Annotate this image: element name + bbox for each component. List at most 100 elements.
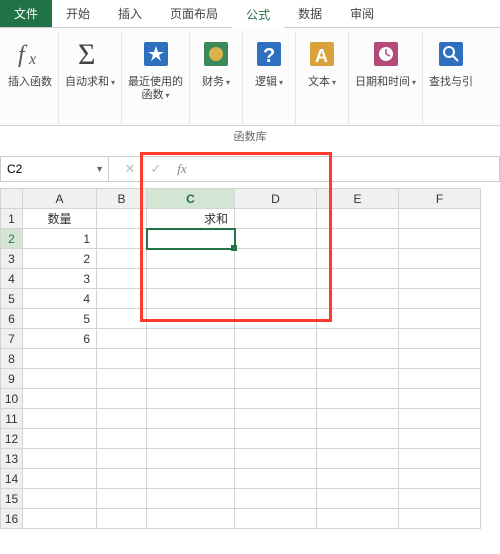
ribbon-logic[interactable]: ? 逻辑▾ — [243, 32, 296, 125]
cell-A6[interactable]: 5 — [23, 309, 97, 329]
row-header[interactable]: 7 — [1, 329, 23, 349]
cell[interactable] — [317, 369, 399, 389]
cell-A7[interactable]: 6 — [23, 329, 97, 349]
cell[interactable] — [147, 369, 235, 389]
cell-F2[interactable] — [399, 229, 481, 249]
row-header[interactable]: 13 — [1, 449, 23, 469]
cell[interactable] — [399, 469, 481, 489]
formula-enter-button[interactable]: ✓ — [143, 157, 169, 181]
row-header[interactable]: 12 — [1, 429, 23, 449]
row-header[interactable]: 16 — [1, 509, 23, 529]
cell-D5[interactable] — [235, 289, 317, 309]
cell[interactable] — [147, 349, 235, 369]
cell[interactable] — [399, 489, 481, 509]
chevron-down-icon[interactable]: ▼ — [95, 164, 104, 174]
tab-home[interactable]: 开始 — [52, 0, 104, 27]
cell[interactable] — [235, 429, 317, 449]
cell[interactable] — [23, 469, 97, 489]
row-header[interactable]: 10 — [1, 389, 23, 409]
select-all-corner[interactable] — [1, 189, 23, 209]
row-header[interactable]: 4 — [1, 269, 23, 289]
cell[interactable] — [399, 349, 481, 369]
cell[interactable] — [235, 469, 317, 489]
cell[interactable] — [97, 489, 147, 509]
cell[interactable] — [97, 409, 147, 429]
cell-E4[interactable] — [317, 269, 399, 289]
cell[interactable] — [147, 469, 235, 489]
cell-D7[interactable] — [235, 329, 317, 349]
cell[interactable] — [97, 369, 147, 389]
cell-B4[interactable] — [97, 269, 147, 289]
cell[interactable] — [23, 489, 97, 509]
cell[interactable] — [23, 429, 97, 449]
cell-C7[interactable] — [147, 329, 235, 349]
cell-B6[interactable] — [97, 309, 147, 329]
cell-D4[interactable] — [235, 269, 317, 289]
cell-A3[interactable]: 2 — [23, 249, 97, 269]
row-header[interactable]: 6 — [1, 309, 23, 329]
row-header[interactable]: 14 — [1, 469, 23, 489]
ribbon-autosum[interactable]: Σ 自动求和▾ — [59, 32, 122, 125]
cell-E7[interactable] — [317, 329, 399, 349]
cell[interactable] — [235, 449, 317, 469]
cell-F1[interactable] — [399, 209, 481, 229]
cell[interactable] — [147, 429, 235, 449]
ribbon-recent[interactable]: 最近使用的 函数▾ — [122, 32, 190, 125]
name-box[interactable]: C2 ▼ — [1, 157, 109, 181]
cell-B3[interactable] — [97, 249, 147, 269]
cell-E6[interactable] — [317, 309, 399, 329]
cell-F7[interactable] — [399, 329, 481, 349]
row-header[interactable]: 2 — [1, 229, 23, 249]
cell[interactable] — [147, 509, 235, 529]
cell-C4[interactable] — [147, 269, 235, 289]
cell[interactable] — [23, 449, 97, 469]
cell[interactable] — [235, 389, 317, 409]
cell-A1[interactable]: 数量 — [23, 209, 97, 229]
tab-file[interactable]: 文件 — [0, 0, 52, 27]
cell-C1[interactable]: 求和 — [147, 209, 235, 229]
cell-D2[interactable] — [235, 229, 317, 249]
cell[interactable] — [235, 489, 317, 509]
cell-D1[interactable] — [235, 209, 317, 229]
cell-F5[interactable] — [399, 289, 481, 309]
fill-handle[interactable] — [231, 245, 237, 251]
cell-E5[interactable] — [317, 289, 399, 309]
cell[interactable] — [399, 429, 481, 449]
cell[interactable] — [399, 449, 481, 469]
ribbon-insert-function[interactable]: fx 插入函数 — [2, 32, 59, 125]
cell[interactable] — [97, 389, 147, 409]
cell[interactable] — [23, 409, 97, 429]
cell[interactable] — [317, 449, 399, 469]
cell[interactable] — [23, 389, 97, 409]
row-header[interactable]: 9 — [1, 369, 23, 389]
cell[interactable] — [399, 389, 481, 409]
cell[interactable] — [399, 369, 481, 389]
cell-C3[interactable] — [147, 249, 235, 269]
cell[interactable] — [147, 389, 235, 409]
cell[interactable] — [235, 369, 317, 389]
cell[interactable] — [23, 369, 97, 389]
cell-B1[interactable] — [97, 209, 147, 229]
formula-input[interactable] — [195, 157, 499, 181]
cell[interactable] — [235, 409, 317, 429]
cell[interactable] — [97, 469, 147, 489]
row-header[interactable]: 3 — [1, 249, 23, 269]
cell[interactable] — [317, 469, 399, 489]
tab-page-layout[interactable]: 页面布局 — [156, 0, 232, 27]
ribbon-finance[interactable]: 财务▾ — [190, 32, 243, 125]
cell-D3[interactable] — [235, 249, 317, 269]
cell[interactable] — [235, 349, 317, 369]
tab-formula[interactable]: 公式 — [232, 1, 284, 28]
ribbon-lookup[interactable]: 查找与引 — [423, 32, 479, 125]
formula-fx-button[interactable]: fx — [169, 157, 195, 181]
cell-D6[interactable] — [235, 309, 317, 329]
row-header[interactable]: 8 — [1, 349, 23, 369]
cell-C2[interactable] — [147, 229, 235, 249]
col-header-E[interactable]: E — [317, 189, 399, 209]
row-header[interactable]: 11 — [1, 409, 23, 429]
cell[interactable] — [317, 389, 399, 409]
cell[interactable] — [23, 509, 97, 529]
cell[interactable] — [399, 509, 481, 529]
cell-B2[interactable] — [97, 229, 147, 249]
cell[interactable] — [23, 349, 97, 369]
